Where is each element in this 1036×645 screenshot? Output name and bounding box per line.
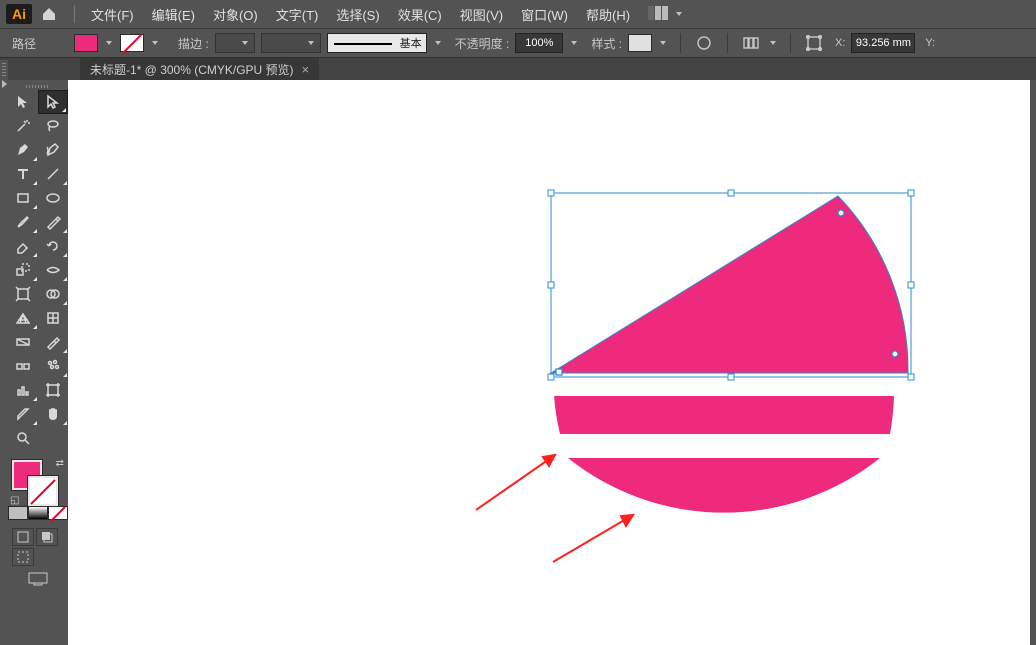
separator bbox=[790, 33, 791, 53]
blend-tool[interactable] bbox=[8, 354, 38, 378]
right-dock-strip[interactable] bbox=[1030, 80, 1036, 645]
app-logo-icon: Ai bbox=[6, 4, 32, 24]
menu-window[interactable]: 窗口(W) bbox=[513, 1, 576, 28]
color-mode-none[interactable] bbox=[48, 506, 68, 520]
rotate-tool[interactable] bbox=[38, 234, 68, 258]
variable-width-profile[interactable] bbox=[261, 33, 321, 53]
home-icon[interactable] bbox=[38, 3, 60, 25]
opacity-label: 不透明度 : bbox=[455, 35, 510, 52]
transform-icon[interactable] bbox=[803, 33, 825, 53]
menu-effect[interactable]: 效果(C) bbox=[390, 1, 450, 28]
stroke-weight-input[interactable] bbox=[215, 33, 255, 53]
type-tool[interactable] bbox=[8, 162, 38, 186]
line-segment-tool[interactable] bbox=[38, 162, 68, 186]
opacity-dropdown-icon[interactable] bbox=[569, 34, 579, 52]
menu-view[interactable]: 视图(V) bbox=[452, 1, 511, 28]
eyedropper-tool[interactable] bbox=[38, 330, 68, 354]
recolor-artwork-icon[interactable] bbox=[693, 33, 715, 53]
lasso-tool[interactable] bbox=[38, 114, 68, 138]
canvas[interactable] bbox=[68, 80, 1036, 645]
align-icon[interactable] bbox=[740, 33, 762, 53]
free-transform-tool[interactable] bbox=[8, 282, 38, 306]
fill-dropdown-icon[interactable] bbox=[104, 34, 114, 52]
hand-tool[interactable] bbox=[38, 402, 68, 426]
draw-inside-icon[interactable] bbox=[12, 548, 34, 566]
style-dropdown-icon[interactable] bbox=[658, 34, 668, 52]
separator bbox=[727, 33, 728, 53]
close-tab-icon[interactable]: × bbox=[302, 62, 310, 77]
grip-icon[interactable] bbox=[2, 63, 6, 77]
symbol-sprayer-tool[interactable] bbox=[38, 354, 68, 378]
color-mode-gradient[interactable] bbox=[28, 506, 48, 520]
menu-edit[interactable]: 编辑(E) bbox=[144, 1, 203, 28]
magic-wand-tool[interactable] bbox=[8, 114, 38, 138]
graphic-style-swatch[interactable] bbox=[628, 34, 652, 52]
width-tool[interactable] bbox=[38, 258, 68, 282]
x-label: X: bbox=[835, 37, 845, 49]
align-dropdown-icon[interactable] bbox=[768, 34, 778, 52]
control-bar: 路径 描边 : 基本 不透明度 : 样式 : X: Y: bbox=[0, 28, 1036, 58]
arrange-documents-icon[interactable] bbox=[648, 6, 672, 22]
rectangle-tool[interactable] bbox=[8, 186, 38, 210]
shape-top-wedge[interactable] bbox=[551, 196, 908, 373]
column-graph-tool[interactable] bbox=[8, 378, 38, 402]
document-tab-title: 未标题-1* @ 300% (CMYK/GPU 预览) bbox=[90, 61, 294, 78]
brush-definition[interactable]: 基本 bbox=[327, 33, 427, 53]
fill-stroke-proxy[interactable]: ⇄ ◱ bbox=[8, 456, 68, 506]
stroke-color-swatch[interactable] bbox=[120, 34, 144, 52]
menu-bar: Ai 文件(F) 编辑(E) 对象(O) 文字(T) 选择(S) 效果(C) 视… bbox=[0, 0, 1036, 28]
selection-tool[interactable] bbox=[8, 90, 38, 114]
stroke-weight-label: 描边 : bbox=[178, 35, 209, 52]
shape-builder-tool[interactable] bbox=[38, 282, 68, 306]
perspective-grid-tool[interactable] bbox=[8, 306, 38, 330]
gradient-tool[interactable] bbox=[8, 330, 38, 354]
left-edge-strip bbox=[0, 60, 8, 645]
stroke-dropdown-icon[interactable] bbox=[150, 34, 160, 52]
brush-dropdown-icon[interactable] bbox=[433, 34, 443, 52]
arrange-caret-icon[interactable] bbox=[674, 5, 684, 23]
eraser-tool[interactable] bbox=[8, 234, 38, 258]
y-label: Y: bbox=[925, 37, 935, 49]
swap-fill-stroke-icon[interactable]: ⇄ bbox=[56, 458, 64, 469]
menu-select[interactable]: 选择(S) bbox=[328, 1, 387, 28]
separator bbox=[680, 33, 681, 53]
opacity-input[interactable] bbox=[515, 33, 563, 53]
color-mode-row bbox=[8, 506, 68, 522]
menu-object[interactable]: 对象(O) bbox=[205, 1, 266, 28]
slice-tool[interactable] bbox=[8, 402, 38, 426]
artboard-tool[interactable] bbox=[38, 378, 68, 402]
x-value-input[interactable] bbox=[851, 33, 915, 53]
curvature-tool[interactable] bbox=[38, 138, 68, 162]
style-label: 样式 : bbox=[591, 35, 622, 52]
mesh-tool[interactable] bbox=[38, 306, 68, 330]
ellipse-tool[interactable] bbox=[38, 186, 68, 210]
menu-file[interactable]: 文件(F) bbox=[83, 1, 142, 28]
zoom-tool[interactable] bbox=[8, 426, 38, 450]
color-mode-solid[interactable] bbox=[8, 506, 28, 520]
shape-bottom-cap[interactable] bbox=[568, 458, 880, 513]
pen-tool[interactable] bbox=[8, 138, 38, 162]
toolbox-grip-icon[interactable] bbox=[8, 82, 68, 90]
pencil-tool[interactable] bbox=[38, 210, 68, 234]
artwork bbox=[68, 80, 1036, 645]
menu-help[interactable]: 帮助(H) bbox=[578, 1, 638, 28]
draw-behind-icon[interactable] bbox=[36, 528, 58, 546]
fill-color-swatch[interactable] bbox=[74, 34, 98, 52]
menu-type[interactable]: 文字(T) bbox=[268, 1, 327, 28]
paintbrush-tool[interactable] bbox=[8, 210, 38, 234]
toolbox: ⇄ ◱ bbox=[8, 80, 68, 586]
expand-panels-icon[interactable] bbox=[2, 80, 7, 88]
default-fill-stroke-icon[interactable]: ◱ bbox=[10, 495, 19, 506]
screen-mode-icon[interactable] bbox=[8, 572, 68, 586]
direct-selection-tool[interactable] bbox=[38, 90, 68, 114]
blank-tool bbox=[38, 426, 68, 450]
draw-normal-icon[interactable] bbox=[12, 528, 34, 546]
selection-type-label: 路径 bbox=[12, 35, 68, 52]
scale-tool[interactable] bbox=[8, 258, 38, 282]
shape-middle-band[interactable] bbox=[554, 396, 894, 434]
separator bbox=[74, 5, 75, 23]
document-tab[interactable]: 未标题-1* @ 300% (CMYK/GPU 预览) × bbox=[80, 58, 319, 80]
stroke-proxy-swatch[interactable] bbox=[28, 476, 58, 506]
document-tab-strip: 未标题-1* @ 300% (CMYK/GPU 预览) × bbox=[0, 58, 1036, 80]
